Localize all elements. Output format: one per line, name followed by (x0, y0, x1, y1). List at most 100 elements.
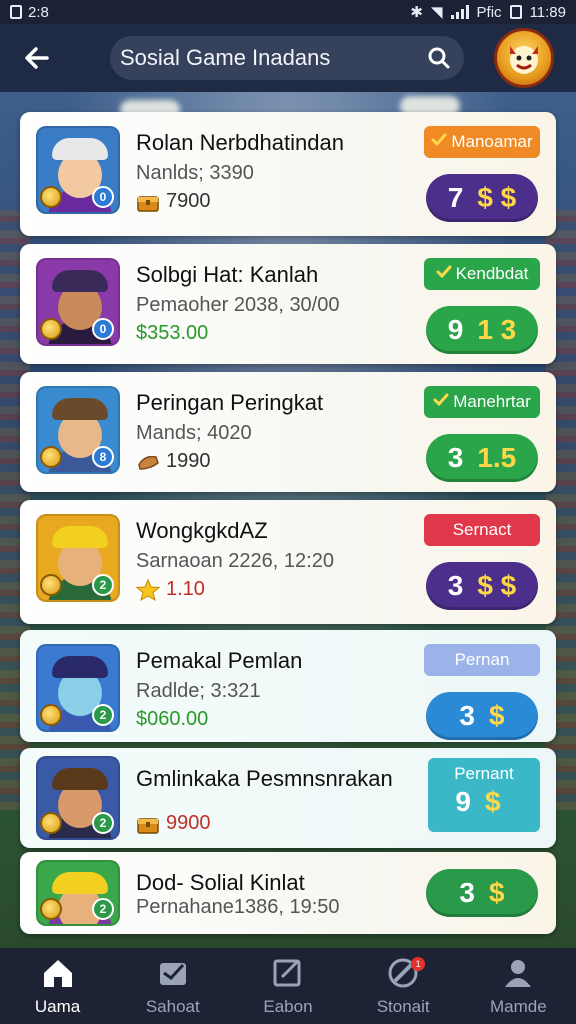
score-symbol: $ $ (477, 182, 517, 213)
avatar-hat (52, 138, 108, 160)
player-name: Peringan Peringkat (136, 390, 324, 415)
profile-icon (500, 955, 536, 991)
avatar-badge: 0 (92, 186, 114, 208)
avatar[interactable]: 0 (36, 258, 120, 346)
nav-label: Eabon (263, 997, 313, 1016)
stat-value: $353.00 (136, 322, 209, 344)
avatar-badge: 0 (92, 318, 114, 340)
score-pill[interactable]: 3 1.5 (426, 434, 538, 482)
list-item[interactable]: 2 Dod- Solial Kinlat Pernahane1386, 19:50 3… (20, 852, 556, 934)
star-icon (135, 578, 161, 601)
player-name: Gmlinkaka Pesmnsnrakan (136, 766, 393, 791)
status-tag-label: Kendbdat (455, 264, 529, 283)
player-subtitle: Radlde; 3:321 (136, 680, 261, 702)
status-time-right: 11:89 (529, 3, 566, 21)
player-name: Dod- Solial Kinlat (136, 870, 305, 895)
nav-item-target[interactable]: 1 Stonait (353, 951, 453, 1021)
nav-item-home[interactable]: Uama (8, 951, 108, 1021)
notification-badge: 1 (411, 957, 426, 971)
score-pill[interactable]: 7 $ $ (426, 174, 538, 222)
status-tag[interactable]: Pernan (424, 644, 540, 676)
avatar[interactable]: 2 (36, 756, 120, 840)
avatar-hat (52, 398, 108, 420)
coin-icon (40, 318, 62, 340)
search-bar[interactable]: Sosial Game Inadans (110, 36, 464, 80)
list-item[interactable]: 2 WongkgkdAZ Sarnaoan 2226, 12:20 1.10 Serna… (20, 500, 556, 624)
score-symbol: $ (485, 786, 501, 817)
player-stat: 7900 (136, 190, 211, 213)
score-symbol: $ (489, 877, 505, 908)
status-tag[interactable]: Manoamar (424, 126, 540, 158)
score-number: 3 (447, 570, 464, 601)
stat-value: 1.10 (166, 578, 205, 600)
bread-icon (136, 451, 160, 473)
list-item[interactable]: 0 Rolan Nerbdhatindan Nanlds; 3390 7900 Mano… (20, 112, 556, 236)
score-number: 3 (459, 700, 475, 731)
trophy-mascot-icon[interactable] (494, 28, 554, 88)
stat-value: 1990 (166, 450, 211, 472)
coin-icon (40, 186, 62, 208)
player-subtitle: Sarnaoan 2226, 12:20 (136, 550, 334, 572)
nav-label: Sahoat (145, 997, 200, 1016)
score-number: 9 (455, 786, 471, 817)
treasure-chest-icon (136, 813, 160, 835)
check-icon (433, 392, 449, 413)
edit-icon (270, 955, 306, 991)
score-number: 7 (447, 182, 464, 213)
nav-item-edit[interactable]: Eabon (238, 951, 338, 1021)
score-pill[interactable]: 3 $ (426, 692, 538, 740)
player-name: Rolan Nerbdhatindan (136, 130, 344, 155)
signal-icon (450, 5, 469, 19)
score-symbol: 1.5 (477, 442, 517, 473)
network-label: Pfic (476, 3, 502, 21)
player-name: Solbgi Hat: Kanlah (136, 262, 319, 287)
avatar[interactable]: 8 (36, 386, 120, 474)
mascot-face-icon (510, 46, 538, 74)
avatar[interactable]: 2 (36, 860, 120, 926)
score-pill[interactable]: 9 $ (422, 778, 534, 826)
avatar[interactable]: 2 (36, 644, 120, 732)
coin-icon (40, 812, 62, 834)
coin-icon (40, 898, 62, 920)
score-number: 3 (447, 442, 464, 473)
home-icon (40, 955, 76, 991)
avatar-badge: 2 (92, 812, 114, 834)
stat-value: $060.00 (136, 708, 209, 730)
nav-label: Stonait (376, 997, 430, 1016)
leaderboard-list: 0 Rolan Nerbdhatindan Nanlds; 3390 7900 Mano… (20, 112, 556, 934)
list-item[interactable]: 8 Peringan Peringkat Mands; 4020 1990 Manehr… (20, 372, 556, 492)
list-item[interactable]: 0 Solbgi Hat: Kanlah Pemaoher 2038, 30/00 $… (20, 244, 556, 364)
avatar-hat (52, 526, 108, 548)
battery-icon (509, 5, 522, 19)
coin-icon (40, 574, 62, 596)
score-number: 9 (447, 314, 464, 345)
avatar-hat (52, 656, 108, 678)
search-input[interactable]: Sosial Game Inadans (120, 45, 418, 71)
avatar-badge: 8 (92, 446, 114, 468)
status-tag[interactable]: Sernact (424, 514, 540, 546)
list-item[interactable]: 2 Gmlinkaka Pesmnsnrakan 9900 Pernant 9 $ (20, 748, 556, 848)
avatar-hat (52, 768, 108, 790)
avatar[interactable]: 2 (36, 514, 120, 602)
wifi-icon: ◥ (431, 4, 443, 21)
player-subtitle: Mands; 4020 (136, 422, 252, 444)
avatar-hat (52, 872, 108, 894)
back-button[interactable] (14, 35, 60, 81)
nav-item-mail[interactable]: Sahoat (123, 951, 223, 1021)
check-icon (431, 132, 447, 153)
search-icon[interactable] (426, 45, 452, 71)
score-pill[interactable]: 3 $ (426, 869, 538, 917)
status-tag[interactable]: Kendbdat (424, 258, 540, 290)
avatar[interactable]: 0 (36, 126, 120, 214)
list-item[interactable]: 2 Pemakal Pemlan Radlde; 3:321 $060.00 Perna… (20, 630, 556, 742)
score-symbol: $ (489, 700, 505, 731)
player-stat: $060.00 (136, 708, 208, 731)
score-pill[interactable]: 3 $ $ (426, 562, 538, 610)
stat-value: 7900 (166, 190, 211, 212)
status-tag[interactable]: Manehrtar (424, 386, 540, 418)
status-time-left: 2:8 (28, 3, 49, 21)
nav-item-profile[interactable]: Mamde (468, 951, 568, 1021)
avatar-badge: 2 (92, 898, 114, 920)
score-pill[interactable]: 9 1 3 (426, 306, 538, 354)
stat-value: 9900 (166, 812, 211, 834)
